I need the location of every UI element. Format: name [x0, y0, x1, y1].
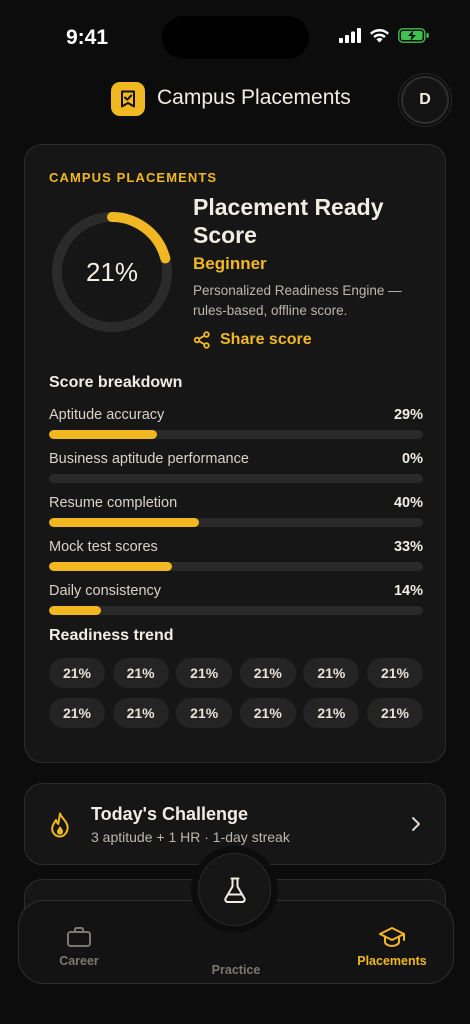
trend-chip: 21%	[366, 698, 423, 728]
metric-bar-track	[49, 430, 423, 439]
metric-bar-track	[49, 562, 423, 571]
app-title: Campus Placements	[157, 86, 351, 109]
breakdown-title: Score breakdown	[49, 374, 183, 391]
status-bar: 9:41	[0, 0, 470, 76]
profile-avatar[interactable]: D	[401, 76, 449, 124]
metric-bar-fill	[49, 606, 102, 615]
tab-career-label: Career	[59, 954, 99, 968]
trend-chip: 21%	[112, 698, 169, 728]
metric-bar-track	[49, 474, 423, 483]
share-icon	[193, 331, 210, 349]
metric-bar-fill	[49, 518, 199, 527]
chevron-right-icon	[412, 817, 420, 831]
challenge-subtitle: 3 aptitude + 1 HR · 1-day streak	[91, 829, 290, 845]
status-icons	[339, 28, 430, 43]
graduation-cap-icon	[379, 927, 405, 948]
flame-icon	[51, 812, 69, 838]
share-score-label: Share score	[220, 331, 312, 348]
score-title: Placement Ready Score	[193, 194, 384, 248]
trend-chip: 21%	[176, 658, 233, 688]
metric-value: 14%	[393, 583, 423, 599]
tab-career[interactable]: Career	[49, 926, 109, 968]
metric-bar-track	[49, 518, 423, 527]
metric-value: 29%	[393, 407, 423, 423]
clipboard-check-icon	[121, 90, 135, 108]
trend-chip: 21%	[112, 658, 169, 688]
flask-icon	[223, 877, 246, 903]
trend-chip: 21%	[366, 658, 423, 688]
cellular-signal-icon	[339, 28, 361, 43]
briefcase-icon	[67, 927, 91, 947]
trend-chip: 21%	[176, 698, 233, 728]
trend-chip: 21%	[49, 658, 105, 688]
tab-placements-label: Placements	[357, 954, 427, 968]
score-level: Beginner	[193, 254, 267, 273]
score-description: Personalized Readiness Engine — rules-ba…	[193, 283, 402, 318]
trend-chip: 21%	[49, 698, 105, 728]
metric-value: 33%	[393, 539, 423, 555]
metric-business-aptitude: Business aptitude performance 0%	[49, 451, 423, 483]
trend-chip: 21%	[303, 698, 360, 728]
trend-title: Readiness trend	[49, 627, 174, 644]
card-eyebrow: CAMPUS PLACEMENTS	[49, 170, 218, 185]
tab-practice[interactable]: Practice	[199, 963, 273, 977]
metric-value: 0%	[402, 451, 423, 467]
battery-charging-icon	[398, 28, 429, 43]
tab-placements[interactable]: Placements	[345, 926, 439, 968]
metric-bar-fill	[49, 430, 158, 439]
status-time: 9:41	[66, 26, 109, 49]
readiness-trend-list: 21% 21% 21% 21% 21% 21% 21% 21% 21% 21% …	[49, 658, 429, 728]
challenge-title: Today's Challenge	[91, 804, 248, 824]
dynamic-island	[162, 16, 309, 59]
trend-chip: 21%	[303, 658, 360, 688]
metric-mock-test-scores: Mock test scores 33%	[49, 539, 423, 571]
practice-fab-button[interactable]	[198, 853, 271, 926]
wifi-icon	[370, 28, 389, 43]
metric-label: Daily consistency	[49, 583, 162, 599]
score-percent: 21%	[85, 256, 139, 287]
tab-practice-label: Practice	[211, 963, 261, 977]
metric-resume-completion: Resume completion 40%	[49, 495, 423, 527]
metric-label: Resume completion	[49, 495, 178, 511]
metric-label: Aptitude accuracy	[49, 407, 165, 423]
metric-aptitude-accuracy: Aptitude accuracy 29%	[49, 407, 423, 439]
trend-chip: 21%	[239, 698, 296, 728]
metric-value: 40%	[393, 495, 423, 511]
metric-bar-fill	[49, 562, 173, 571]
metric-daily-consistency: Daily consistency 14%	[49, 583, 423, 615]
app-header: Campus Placements D	[0, 76, 470, 124]
metric-bar-track	[49, 606, 423, 615]
metric-label: Business aptitude performance	[49, 451, 249, 467]
trend-chip: 21%	[239, 658, 296, 688]
share-score-button[interactable]: Share score	[193, 331, 312, 349]
app-logo	[111, 82, 145, 116]
metric-label: Mock test scores	[49, 539, 158, 555]
placement-score-card: CAMPUS PLACEMENTS 21% Placement Ready Sc…	[24, 144, 446, 763]
